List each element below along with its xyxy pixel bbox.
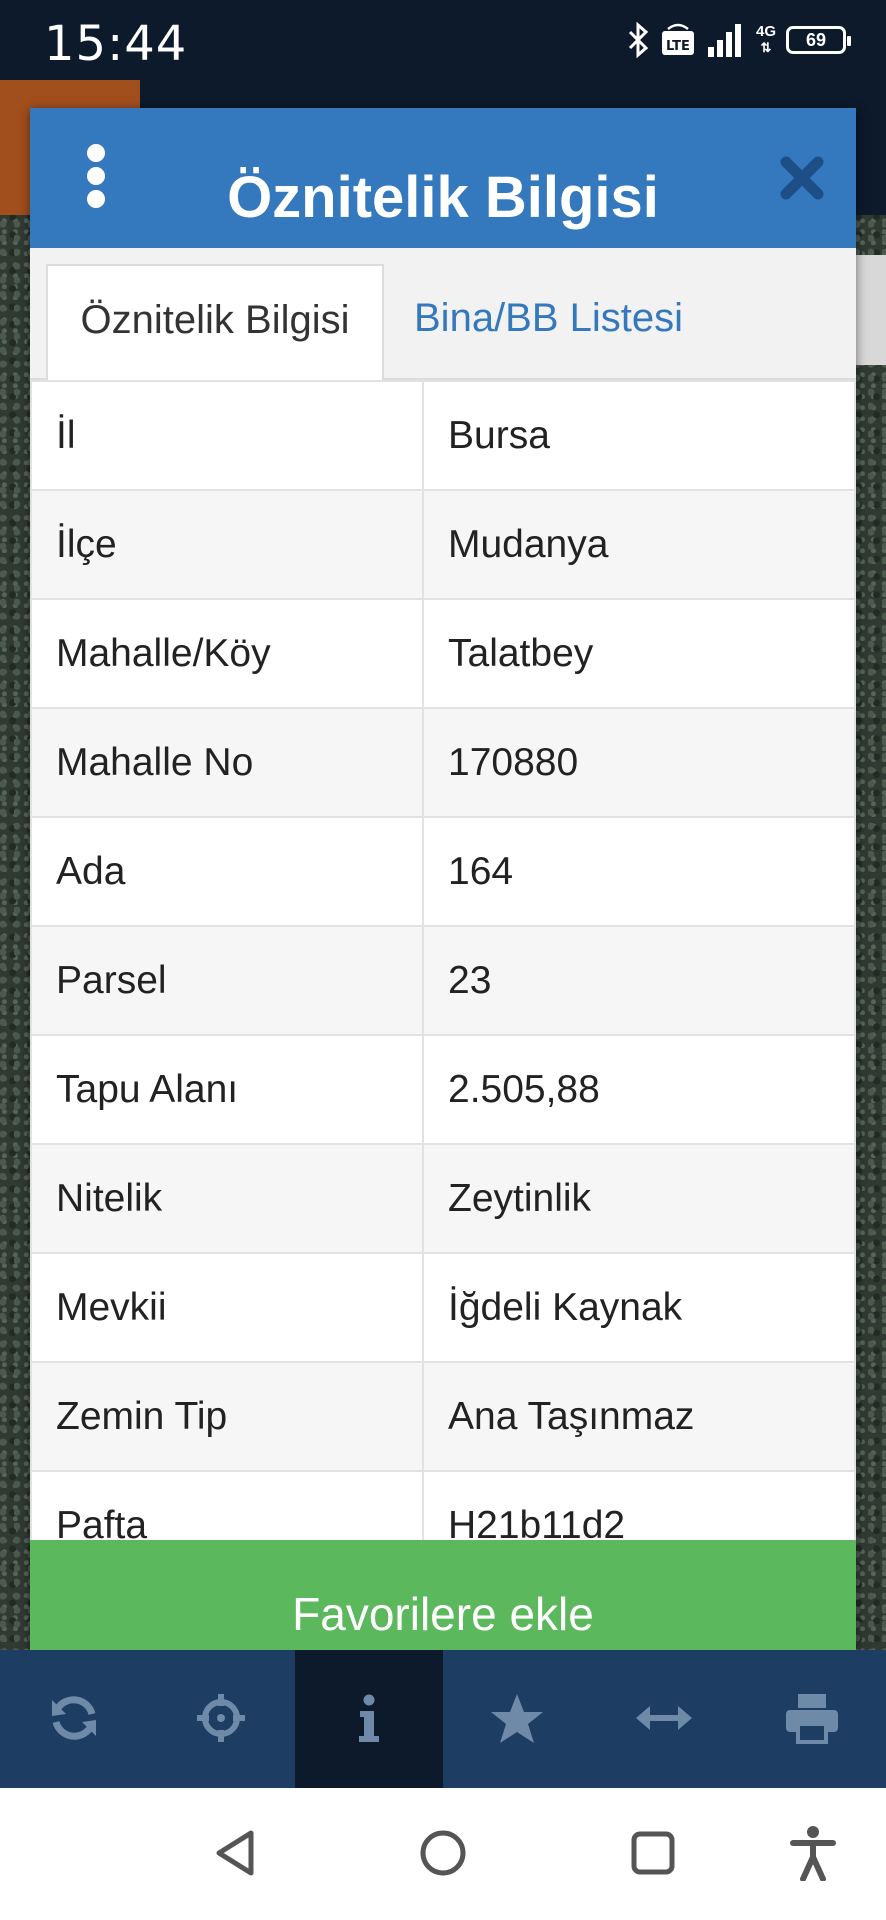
tab-building-list[interactable]: Bina/BB Listesi xyxy=(414,264,683,382)
toolbar-locate[interactable] xyxy=(148,1650,296,1788)
row-label: Pafta xyxy=(30,1470,424,1540)
row-label: Nitelik xyxy=(30,1143,424,1254)
accessibility-icon[interactable] xyxy=(778,1818,848,1888)
dialog-header: Öznitelik Bilgisi xyxy=(30,108,856,248)
info-icon xyxy=(343,1692,395,1749)
table-row: Parsel 23 xyxy=(30,925,856,1036)
table-row: Nitelik Zeytinlik xyxy=(30,1143,856,1254)
status-icons: LTE 4G ⇅ 69 xyxy=(626,20,851,60)
row-label: Mahalle/Köy xyxy=(30,598,424,709)
row-value: İğdeli Kaynak xyxy=(422,1252,856,1363)
attribute-table[interactable]: İl Bursa İlçe Mudanya Mahalle/Köy Talatbey … xyxy=(30,380,856,1540)
tab-bar: Öznitelik Bilgisi Bina/BB Listesi xyxy=(30,248,856,382)
row-value: H21b11d2 xyxy=(422,1470,856,1540)
row-label: İlçe xyxy=(30,489,424,600)
table-row: İlçe Mudanya xyxy=(30,489,856,600)
dialog-title: Öznitelik Bilgisi xyxy=(227,165,659,230)
bluetooth-icon xyxy=(626,22,650,58)
battery-icon: 69 xyxy=(786,26,851,54)
status-bar: 15:44 LTE 4G ⇅ 69 xyxy=(0,0,886,80)
toolbar-refresh[interactable] xyxy=(0,1650,148,1788)
toolbar-info[interactable] xyxy=(295,1650,443,1788)
row-value: Zeytinlik xyxy=(422,1143,856,1254)
crosshair-icon xyxy=(195,1692,247,1749)
table-row: Mahalle/Köy Talatbey xyxy=(30,598,856,709)
row-value: 2.505,88 xyxy=(422,1034,856,1145)
row-value: Talatbey xyxy=(422,598,856,709)
network-type: 4G ⇅ xyxy=(755,23,776,56)
home-icon[interactable] xyxy=(408,1818,478,1888)
svg-text:LTE: LTE xyxy=(666,39,690,54)
close-icon[interactable] xyxy=(776,152,828,204)
row-value: Ana Taşınmaz xyxy=(422,1361,856,1472)
row-label: Ada xyxy=(30,816,424,927)
measure-arrows-icon xyxy=(634,1692,694,1749)
map-toolbar xyxy=(0,1650,886,1788)
row-value: Mudanya xyxy=(422,489,856,600)
print-icon xyxy=(784,1692,840,1749)
row-label: Tapu Alanı xyxy=(30,1034,424,1145)
row-label: Mevkii xyxy=(30,1252,424,1363)
table-row: Mahalle No 170880 xyxy=(30,707,856,818)
status-time: 15:44 xyxy=(44,16,188,72)
row-label: Mahalle No xyxy=(30,707,424,818)
map-side-control xyxy=(856,255,886,365)
back-icon[interactable] xyxy=(200,1818,270,1888)
recents-icon[interactable] xyxy=(618,1818,688,1888)
attribute-dialog: Öznitelik Bilgisi Öznitelik Bilgisi Bina… xyxy=(30,108,856,1688)
row-label: Zemin Tip xyxy=(30,1361,424,1472)
table-row: Pafta H21b11d2 xyxy=(30,1470,856,1540)
table-row: Ada 164 xyxy=(30,816,856,927)
toolbar-favorites[interactable] xyxy=(443,1650,591,1788)
more-vertical-icon[interactable] xyxy=(86,144,106,208)
row-label: İl xyxy=(30,380,424,491)
row-value: 170880 xyxy=(422,707,856,818)
star-icon xyxy=(489,1692,545,1751)
row-value: 23 xyxy=(422,925,856,1036)
row-value: 164 xyxy=(422,816,856,927)
table-row: Tapu Alanı 2.505,88 xyxy=(30,1034,856,1145)
table-row: İl Bursa xyxy=(30,380,856,491)
table-row: Zemin Tip Ana Taşınmaz xyxy=(30,1361,856,1472)
tab-attribute-info[interactable]: Öznitelik Bilgisi xyxy=(46,264,384,382)
refresh-icon xyxy=(48,1692,100,1749)
table-row: Mevkii İğdeli Kaynak xyxy=(30,1252,856,1363)
row-value: Bursa xyxy=(422,380,856,491)
toolbar-measure[interactable] xyxy=(590,1650,738,1788)
battery-level: 69 xyxy=(805,29,827,50)
signal-icon xyxy=(706,23,746,57)
toolbar-print[interactable] xyxy=(738,1650,886,1788)
volte-icon: LTE xyxy=(660,23,696,57)
system-nav-bar xyxy=(0,1788,886,1920)
row-label: Parsel xyxy=(30,925,424,1036)
